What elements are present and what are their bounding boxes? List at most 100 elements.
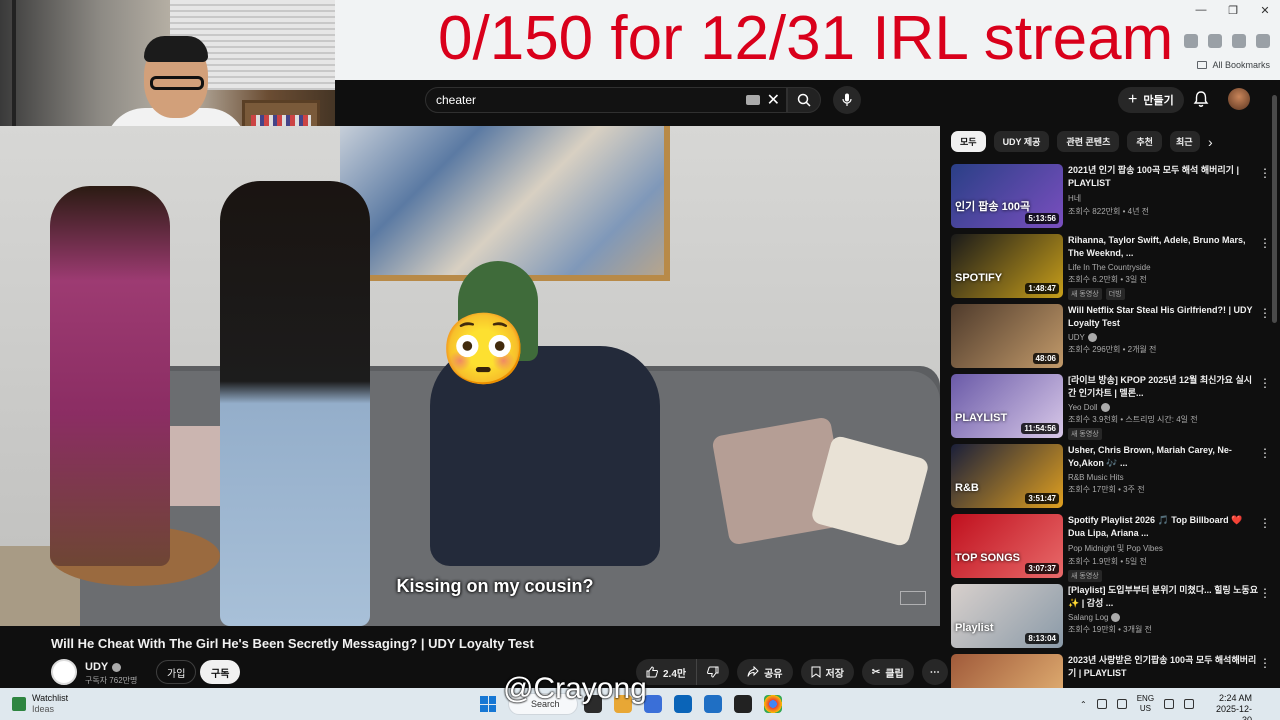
recommendation-title[interactable]: Rihanna, Taylor Swift, Adele, Bruno Mars…	[1068, 234, 1258, 260]
recommendation-channel[interactable]: Salang Log	[1068, 613, 1258, 622]
more-options-icon[interactable]: ⋮	[1259, 656, 1269, 670]
close-icon[interactable]: ✕	[1258, 4, 1272, 17]
chip-all[interactable]: 모두	[951, 131, 986, 152]
recommendation-thumbnail[interactable]	[951, 654, 1063, 688]
more-options-icon[interactable]: ⋮	[1259, 236, 1269, 250]
channel-avatar[interactable]	[51, 659, 77, 685]
dislike-button[interactable]	[697, 659, 730, 685]
recommendation-info: 2023년 사랑받은 인기팝송 100곡 모두 해석해버리기 | PLAYLIS…	[1068, 654, 1258, 680]
recommendation-channel-label: UDY	[1068, 333, 1085, 342]
obs-icon[interactable]	[734, 695, 752, 713]
network-icon[interactable]	[1164, 699, 1175, 709]
channel-name[interactable]: UDY	[85, 661, 122, 673]
recommendation-title[interactable]: Will Netflix Star Steal His Girlfriend?!…	[1068, 304, 1258, 330]
volume-icon[interactable]	[1184, 699, 1195, 709]
outlook-icon[interactable]	[704, 695, 722, 713]
recommendation-channel[interactable]: R&B Music Hits	[1068, 473, 1258, 482]
more-options-icon[interactable]: ⋮	[1259, 306, 1269, 320]
all-bookmarks[interactable]: All Bookmarks	[1197, 60, 1270, 70]
chevron-right-icon[interactable]: ›	[1208, 134, 1213, 150]
recommendation-item[interactable]: R&B 3:51:47 Usher, Chris Brown, Mariah C…	[951, 444, 1269, 512]
watchlist-widget[interactable]: Watchlist Ideas	[12, 693, 68, 715]
recommendation-channel-label: Salang Log	[1068, 613, 1109, 622]
extension-icon[interactable]	[1232, 34, 1246, 48]
recommendation-channel-label: R&B Music Hits	[1068, 473, 1124, 482]
recommendation-item[interactable]: PLAYLIST 11:54:56 [라이브 방송] KPOP 2025년 12…	[951, 374, 1269, 442]
recommendation-thumbnail[interactable]: TOP SONGS 3:07:37	[951, 514, 1063, 578]
recommendation-channel[interactable]: UDY	[1068, 333, 1258, 342]
chip-from-udy[interactable]: UDY 제공	[993, 131, 1050, 152]
start-button[interactable]	[480, 696, 496, 712]
more-options-icon[interactable]: ⋮	[1259, 586, 1269, 600]
recommendation-channel[interactable]: Pop Midnight 및 Pop Vibes	[1068, 543, 1258, 554]
chip-related[interactable]: 관련 콘텐츠	[1057, 131, 1120, 152]
share-button[interactable]: 공유	[737, 659, 793, 685]
create-button[interactable]: + 만들기	[1118, 87, 1184, 113]
maximize-icon[interactable]: ❐	[1226, 4, 1240, 17]
clock[interactable]: 2:24 AM 2025-12-30	[1206, 693, 1252, 720]
recommendation-item[interactable]: 48:06 Will Netflix Star Steal His Girlfr…	[951, 304, 1269, 372]
more-options-icon[interactable]: ⋮	[1259, 516, 1269, 530]
recommendation-title[interactable]: 2021년 인기 팝송 100곡 모두 해석 해버리기 | PLAYLIST	[1068, 164, 1258, 190]
duration-badge: 1:48:47	[1025, 283, 1059, 294]
notifications-bell-icon[interactable]	[1191, 89, 1211, 109]
recommendation-title[interactable]: [Playlist] 도입부부터 분위기 미쳤다... 힐링 노동요 ✨ | 감…	[1068, 584, 1258, 610]
filter-chips: 모두 UDY 제공 관련 콘텐츠 추천 최근 ›	[951, 131, 1213, 152]
language-indicator[interactable]: ENG US	[1137, 694, 1154, 714]
video-player[interactable]: 😳 Kissing on my cousin?	[0, 126, 940, 626]
microphone-icon	[842, 93, 852, 106]
chip-recent[interactable]: 최근	[1169, 131, 1200, 152]
recommendation-item[interactable]: TOP SONGS 3:07:37 Spotify Playlist 2026 …	[951, 514, 1269, 582]
save-button[interactable]: 저장	[800, 659, 854, 685]
recommendation-channel[interactable]: H네	[1068, 193, 1258, 204]
join-button[interactable]: 가입	[156, 660, 197, 684]
search-button[interactable]	[787, 87, 821, 113]
more-options-icon[interactable]: ⋮	[1259, 166, 1269, 180]
chevron-up-icon[interactable]: ⌃	[1080, 700, 1087, 709]
recommendation-title[interactable]: Usher, Chris Brown, Mariah Carey, Ne-Yo,…	[1068, 444, 1258, 470]
chip-recommended[interactable]: 추천	[1127, 131, 1162, 152]
verified-icon	[1111, 613, 1121, 622]
more-options-icon[interactable]: ⋮	[1259, 446, 1269, 460]
clip-button[interactable]: ✂ 클립	[861, 659, 914, 685]
recommendation-item[interactable]: SPOTIFY 1:48:47 Rihanna, Taylor Swift, A…	[951, 234, 1269, 302]
recommendation-channel[interactable]: Yeo Doll	[1068, 403, 1258, 412]
window-controls: — ❐ ✕	[1194, 4, 1272, 17]
tray-app-icon[interactable]	[1116, 699, 1127, 709]
extension-icon[interactable]	[1184, 34, 1198, 48]
search-input[interactable]: cheater ✕	[425, 87, 787, 113]
scrollbar[interactable]	[1272, 95, 1277, 323]
recommendation-item[interactable]: 인기 팝송 100곡 5:13:56 2021년 인기 팝송 100곡 모두 해…	[951, 164, 1269, 232]
recommendation-item[interactable]: Playlist 8:13:04 [Playlist] 도입부부터 분위기 미쳤…	[951, 584, 1269, 652]
recommendation-thumbnail[interactable]: PLAYLIST 11:54:56	[951, 374, 1063, 438]
recommendation-thumbnail[interactable]: SPOTIFY 1:48:47	[951, 234, 1063, 298]
recommendation-title[interactable]: Spotify Playlist 2026 🎵 Top Billboard ❤️…	[1068, 514, 1258, 540]
recommendation-thumbnail[interactable]: 인기 팝송 100곡 5:13:56	[951, 164, 1063, 228]
create-label: 만들기	[1143, 95, 1174, 107]
recommendation-channel[interactable]: Life In The Countryside	[1068, 263, 1258, 272]
profile-icon[interactable]	[1256, 34, 1270, 48]
voice-search-button[interactable]	[833, 86, 861, 114]
more-options-icon[interactable]: ⋮	[1259, 376, 1269, 390]
recommendation-title[interactable]: [라이브 방송] KPOP 2025년 12월 최신가요 실시간 인기차트 | …	[1068, 374, 1258, 400]
subscribe-button[interactable]: 구독	[200, 660, 241, 684]
watchlist-title: Watchlist	[32, 693, 69, 703]
more-actions-button[interactable]: ⋯	[921, 659, 948, 685]
recommendation-thumbnail[interactable]: 48:06	[951, 304, 1063, 368]
language-code: ENG	[1136, 694, 1155, 703]
recommendation-thumbnail[interactable]: R&B 3:51:47	[951, 444, 1063, 508]
keyboard-icon[interactable]	[746, 95, 760, 105]
recommendation-item[interactable]: 2023년 사랑받은 인기팝송 100곡 모두 해석해버리기 | PLAYLIS…	[951, 654, 1269, 688]
extension-icon[interactable]	[1208, 34, 1222, 48]
account-avatar[interactable]	[1228, 88, 1250, 110]
clear-search-icon[interactable]: ✕	[767, 90, 780, 110]
recommendation-title[interactable]: 2023년 사랑받은 인기팝송 100곡 모두 해석해버리기 | PLAYLIS…	[1068, 654, 1258, 680]
video-caption: Kissing on my cousin?	[396, 576, 594, 596]
chrome-icon[interactable]	[764, 695, 782, 713]
recommendation-thumbnail[interactable]: Playlist 8:13:04	[951, 584, 1063, 648]
minimize-icon[interactable]: —	[1194, 4, 1208, 17]
store-icon[interactable]	[674, 695, 692, 713]
channel-name-label: UDY	[85, 661, 109, 673]
tray-app-icon[interactable]	[1096, 699, 1107, 709]
recommendation-meta: 조회수 19만회 • 3개월 전	[1068, 625, 1152, 634]
